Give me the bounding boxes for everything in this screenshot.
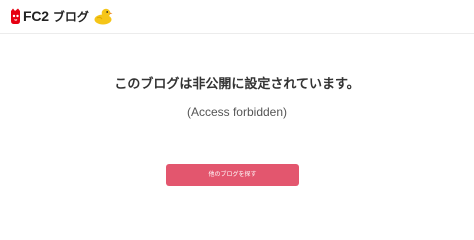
- site-header: FC2 ブログ: [0, 0, 474, 34]
- private-blog-message: このブログは非公開に設定されています。: [114, 77, 360, 92]
- fc2-cat-logo-icon: [11, 8, 20, 24]
- access-forbidden-text: (Access forbidden): [186, 105, 288, 119]
- fc2-blog-logo-link[interactable]: FC2 ブログ: [9, 6, 113, 26]
- duck-icon: [94, 8, 113, 25]
- page: FC2 ブログ このブログは非公開に設定されています。 (Access forb…: [0, 0, 474, 207]
- find-other-blogs-button[interactable]: 他のブログを探す: [166, 164, 299, 186]
- service-name: ブログ: [52, 9, 89, 24]
- logo-text: FC2: [23, 8, 49, 24]
